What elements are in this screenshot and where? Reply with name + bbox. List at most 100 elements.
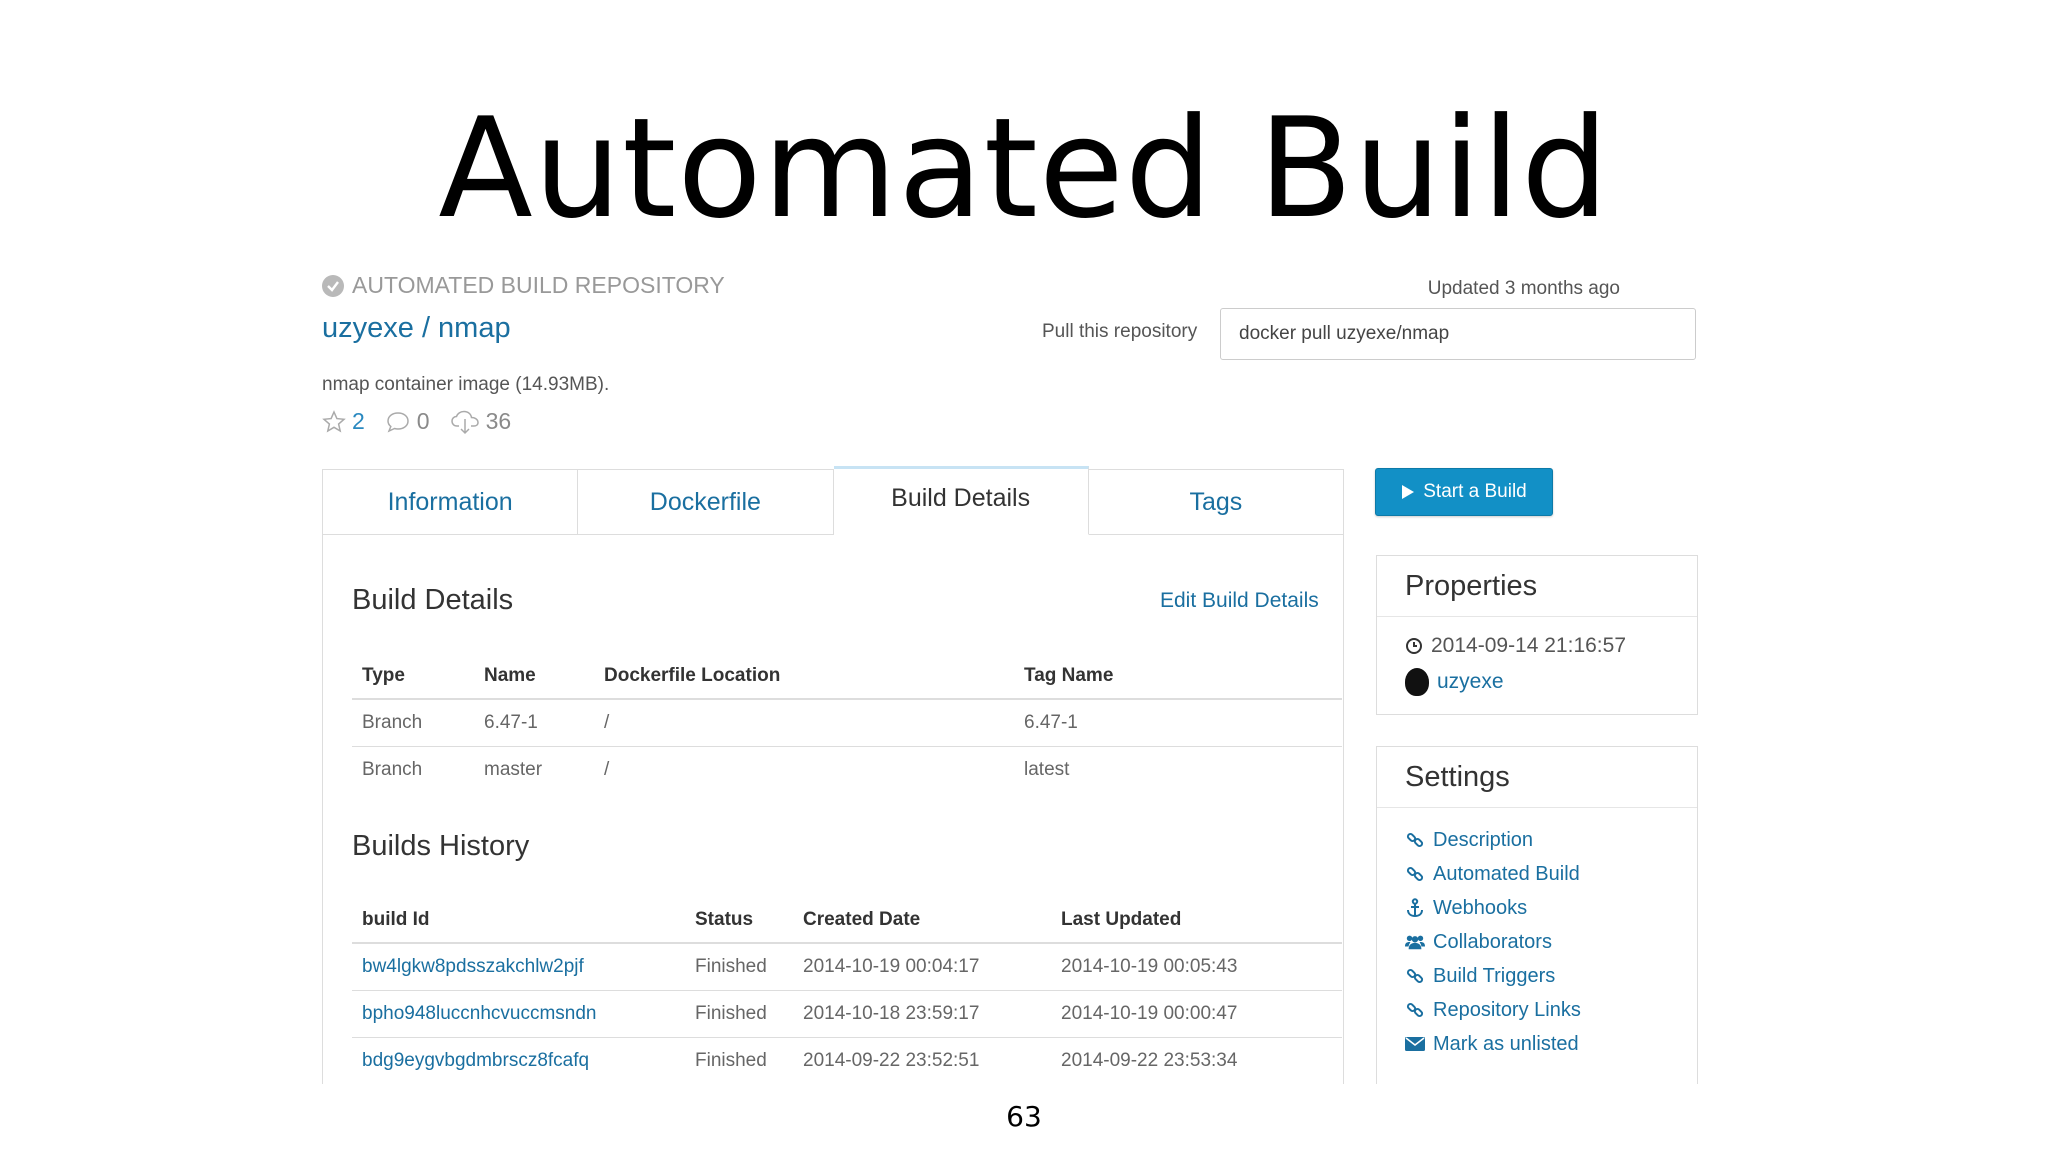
table-cell: Branch — [352, 698, 474, 747]
tab-information[interactable]: Information — [323, 470, 579, 535]
clock-icon — [1406, 638, 1422, 654]
settings-item-build-triggers[interactable]: Build Triggers — [1405, 959, 1581, 993]
table-cell: 2014-09-22 23:53:34 — [1051, 1037, 1342, 1084]
properties-heading: Properties — [1377, 556, 1697, 617]
slide-title: Automated Build — [438, 88, 1610, 249]
play-icon — [1402, 485, 1415, 499]
settings-item-label: Collaborators — [1433, 930, 1552, 953]
table-cell: latest — [1014, 746, 1342, 793]
stars-stat[interactable]: 2 — [322, 408, 365, 435]
table-cell: 2014-10-18 23:59:17 — [793, 990, 1051, 1038]
settings-item-label: Webhooks — [1433, 896, 1528, 919]
users-icon — [1405, 933, 1425, 951]
table-cell: 2014-09-22 23:52:51 — [793, 1037, 1051, 1084]
table-cell: / — [594, 746, 1014, 793]
link-icon — [1405, 1001, 1425, 1019]
anchor-icon — [1405, 898, 1425, 918]
build-id-link[interactable]: bdg9eygvbgdmbrscz8fcafq — [352, 1037, 685, 1084]
table-row: Branch 6.47-1 / 6.47-1 — [352, 698, 1342, 747]
link-icon — [1405, 831, 1425, 849]
table-cell: 2014-10-19 00:04:17 — [793, 942, 1051, 991]
repo-stats: 2 0 36 — [322, 408, 521, 435]
settings-item-label: Mark as unlisted — [1433, 1032, 1579, 1055]
repo-tabs: Information Dockerfile Build Details Tag… — [322, 466, 1344, 535]
column-header: Status — [685, 898, 793, 944]
link-icon — [1405, 865, 1425, 883]
column-header: build Id — [352, 898, 685, 944]
table-row: bw4lgkw8pdsszakchlw2pjf Finished 2014-10… — [352, 942, 1342, 991]
table-cell: 2014-10-19 00:00:47 — [1051, 990, 1342, 1038]
settings-item-label: Repository Links — [1433, 998, 1581, 1021]
settings-item-mark-unlisted[interactable]: Mark as unlisted — [1405, 1027, 1581, 1061]
page-number: 63 — [1006, 1100, 1042, 1133]
table-header-row: Type Name Dockerfile Location Tag Name — [352, 654, 1342, 700]
settings-item-description[interactable]: Description — [1405, 823, 1581, 857]
settings-item-webhooks[interactable]: Webhooks — [1405, 891, 1581, 925]
settings-panel: Settings Description Automated Build Web… — [1376, 746, 1698, 1084]
table-cell: Branch — [352, 746, 474, 793]
settings-item-label: Automated Build — [1433, 862, 1580, 885]
column-header: Tag Name — [1014, 654, 1342, 700]
settings-item-repository-links[interactable]: Repository Links — [1405, 993, 1581, 1027]
cloud-download-icon — [450, 410, 479, 434]
column-header: Name — [474, 654, 594, 700]
properties-owner[interactable]: uzyexe — [1405, 668, 1504, 696]
repo-kind: AUTOMATED BUILD REPOSITORY — [322, 272, 725, 299]
tab-build-details[interactable]: Build Details — [833, 466, 1089, 535]
pull-label: Pull this repository — [1042, 321, 1198, 342]
downloads-stat: 36 — [450, 408, 512, 435]
column-header: Dockerfile Location — [594, 654, 1014, 700]
docker-hub-screenshot: AUTOMATED BUILD REPOSITORY uzyexe / nmap… — [320, 266, 1700, 1084]
table-cell: Finished — [685, 942, 793, 991]
column-header: Type — [352, 654, 474, 700]
repo-name[interactable]: uzyexe / nmap — [322, 312, 511, 345]
table-cell: master — [474, 746, 594, 793]
updated-time: Updated 3 months ago — [1427, 278, 1620, 299]
table-header-row: build Id Status Created Date Last Update… — [352, 898, 1342, 944]
repo-kind-label: AUTOMATED BUILD REPOSITORY — [352, 272, 725, 298]
pull-command-field[interactable] — [1220, 308, 1696, 360]
comments-stat[interactable]: 0 — [385, 408, 430, 435]
table-cell: Finished — [685, 1037, 793, 1084]
build-details-table: Type Name Dockerfile Location Tag Name B… — [352, 654, 1342, 793]
build-id-link[interactable]: bpho948luccnhcvuccmsndn — [352, 990, 685, 1038]
edit-build-details-link[interactable]: Edit Build Details — [1160, 589, 1319, 613]
settings-item-label: Build Triggers — [1433, 964, 1556, 987]
comment-icon — [387, 411, 409, 432]
settings-heading: Settings — [1377, 747, 1697, 808]
tab-dockerfile[interactable]: Dockerfile — [578, 470, 834, 535]
table-row: Branch master / latest — [352, 746, 1342, 793]
table-row: bdg9eygvbgdmbrscz8fcafq Finished 2014-09… — [352, 1037, 1342, 1084]
table-cell: / — [594, 698, 1014, 747]
table-cell: 6.47-1 — [1014, 698, 1342, 747]
builds-history-table: build Id Status Created Date Last Update… — [352, 898, 1342, 1084]
column-header: Created Date — [793, 898, 1051, 944]
link-icon — [1405, 967, 1425, 985]
settings-item-automated-build[interactable]: Automated Build — [1405, 857, 1581, 891]
table-cell: 2014-10-19 00:05:43 — [1051, 942, 1342, 991]
properties-date-text: 2014-09-14 21:16:57 — [1431, 634, 1626, 657]
table-cell: Finished — [685, 990, 793, 1038]
start-build-button[interactable]: Start a Build — [1375, 468, 1553, 516]
column-header: Last Updated — [1051, 898, 1342, 944]
table-row: bpho948luccnhcvuccmsndn Finished 2014-10… — [352, 990, 1342, 1038]
settings-item-collaborators[interactable]: Collaborators — [1405, 925, 1581, 959]
avatar — [1405, 668, 1429, 696]
tab-tags[interactable]: Tags — [1088, 470, 1343, 535]
builds-history-heading: Builds History — [352, 830, 530, 862]
repo-description: nmap container image (14.93MB). — [322, 374, 610, 395]
comments-count: 0 — [416, 408, 430, 434]
start-build-label: Start a Build — [1423, 481, 1527, 502]
build-details-heading: Build Details — [352, 584, 514, 616]
owner-link[interactable]: uzyexe — [1437, 670, 1504, 694]
check-circle-icon — [322, 274, 344, 297]
settings-item-label: Description — [1433, 828, 1534, 851]
envelope-icon — [1405, 1036, 1425, 1052]
build-id-link[interactable]: bw4lgkw8pdsszakchlw2pjf — [352, 942, 685, 991]
properties-date: 2014-09-14 21:16:57 — [1405, 634, 1626, 658]
properties-panel: Properties 2014-09-14 21:16:57 uzyexe — [1376, 555, 1698, 715]
table-cell: 6.47-1 — [474, 698, 594, 747]
downloads-count: 36 — [485, 408, 512, 434]
stars-count: 2 — [352, 408, 365, 434]
settings-list: Description Automated Build Webhooks Col… — [1405, 823, 1581, 1061]
